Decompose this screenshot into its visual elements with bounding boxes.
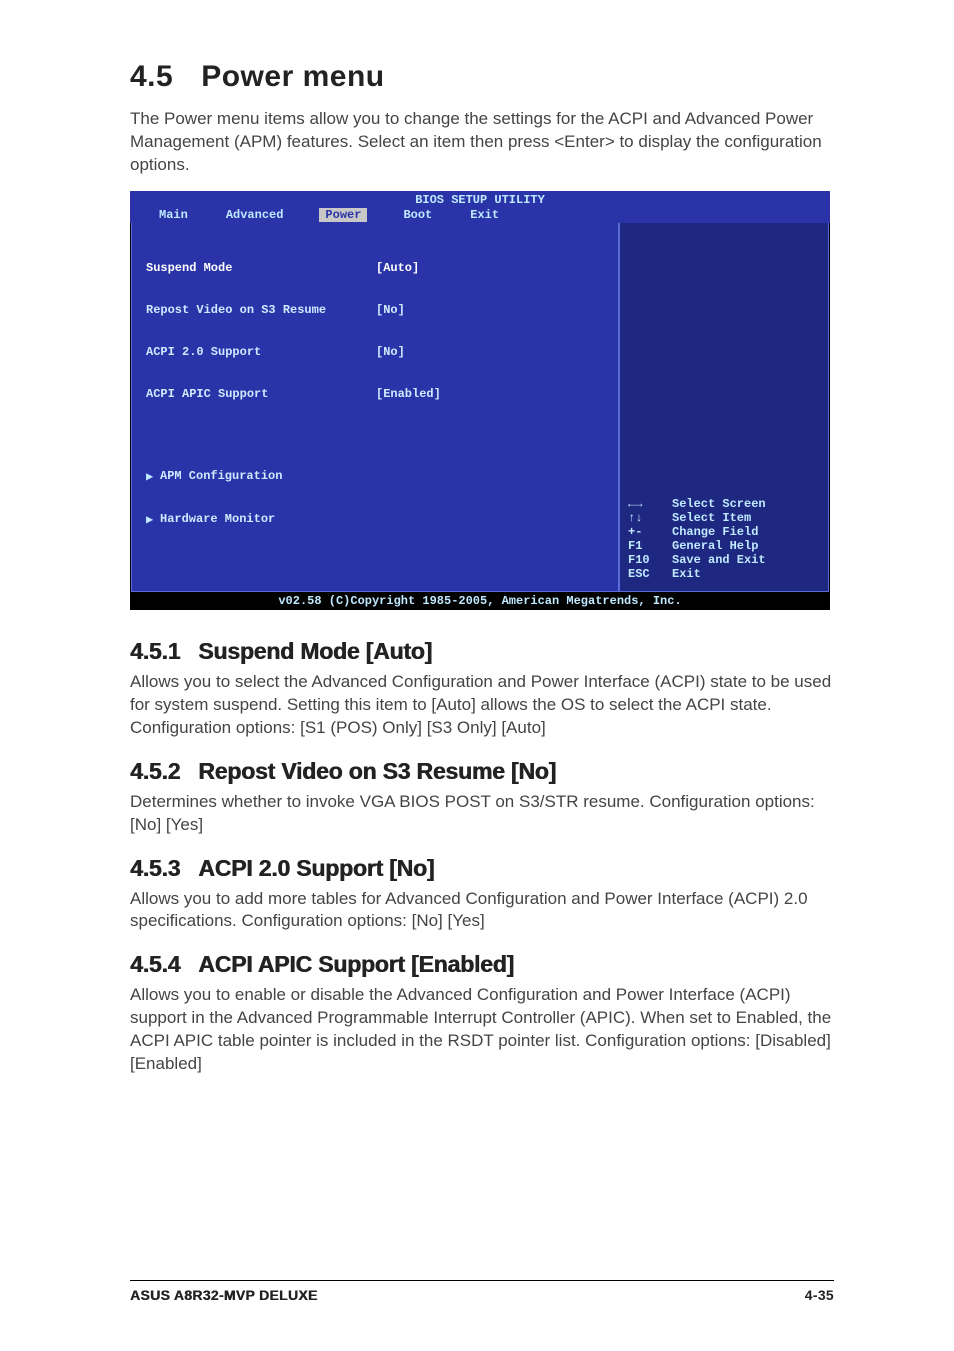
- subsection-number: 4.5.1: [130, 638, 180, 664]
- help-change-field: Change Field: [672, 525, 758, 539]
- bios-tab-main[interactable]: Main: [157, 208, 190, 222]
- bios-item-label: ACPI 2.0 Support: [146, 345, 376, 359]
- key-plusminus: +-: [628, 525, 672, 539]
- bios-item-value: [Auto]: [376, 261, 419, 275]
- bios-item-acpi-apic[interactable]: ACPI APIC Support [Enabled]: [146, 387, 606, 401]
- subsection-body-4: Allows you to enable or disable the Adva…: [130, 984, 834, 1076]
- footer-page-number: 4-35: [805, 1287, 834, 1303]
- key-f1: F1: [628, 539, 672, 553]
- subsection-title: Repost Video on S3 Resume [No]: [198, 758, 556, 784]
- bios-help-pane: ←→Select Screen ↑↓Select Item +-Change F…: [619, 223, 829, 592]
- subsection-heading-2: 4.5.2 Repost Video on S3 Resume [No]: [130, 758, 834, 785]
- bios-submenu-label: Hardware Monitor: [160, 512, 275, 527]
- subsection-title: ACPI APIC Support [Enabled]: [198, 951, 514, 977]
- bios-tab-advanced[interactable]: Advanced: [224, 208, 286, 222]
- help-exit: Exit: [672, 567, 701, 581]
- bios-item-acpi20[interactable]: ACPI 2.0 Support [No]: [146, 345, 606, 359]
- bios-screenshot: BIOS SETUP UTILITY Main Advanced Power B…: [130, 191, 830, 610]
- bios-item-value: [No]: [376, 303, 405, 317]
- subsection-body-3: Allows you to add more tables for Advanc…: [130, 888, 834, 934]
- bios-submenu-label: APM Configuration: [160, 469, 282, 484]
- triangle-right-icon: ▶: [146, 469, 160, 484]
- subsection-body-2: Determines whether to invoke VGA BIOS PO…: [130, 791, 834, 837]
- help-select-item: Select Item: [672, 511, 751, 525]
- help-select-screen: Select Screen: [672, 497, 766, 511]
- title-text: Power menu: [201, 60, 384, 93]
- subsection-heading-1: 4.5.1 Suspend Mode [Auto]: [130, 638, 834, 665]
- subsection-number: 4.5.4: [130, 951, 180, 977]
- page-title: 4.5 Power menu: [130, 60, 834, 94]
- title-number: 4.5: [130, 60, 173, 93]
- key-arrows-ud: ↑↓: [628, 511, 672, 525]
- page-footer: ASUS A8R32-MVP DELUXE 4-35: [130, 1280, 834, 1303]
- footer-model: ASUS A8R32-MVP DELUXE: [130, 1287, 318, 1303]
- subsection-number: 4.5.3: [130, 855, 180, 881]
- subsection-body-1: Allows you to select the Advanced Config…: [130, 671, 834, 740]
- intro-paragraph: The Power menu items allow you to change…: [130, 108, 834, 177]
- bios-left-pane: Suspend Mode [Auto] Repost Video on S3 R…: [131, 223, 619, 592]
- bios-copyright: v02.58 (C)Copyright 1985-2005, American …: [130, 593, 830, 610]
- help-general-help: General Help: [672, 539, 758, 553]
- key-f10: F10: [628, 553, 672, 567]
- subsection-title: Suspend Mode [Auto]: [198, 638, 432, 664]
- bios-item-label: ACPI APIC Support: [146, 387, 376, 401]
- subsection-heading-4: 4.5.4 ACPI APIC Support [Enabled]: [130, 951, 834, 978]
- triangle-right-icon: ▶: [146, 512, 160, 527]
- key-esc: ESC: [628, 567, 672, 581]
- bios-item-suspend[interactable]: Suspend Mode [Auto]: [146, 261, 606, 275]
- bios-submenu-apm[interactable]: ▶ APM Configuration: [146, 469, 606, 484]
- subsection-heading-3: 4.5.3 ACPI 2.0 Support [No]: [130, 855, 834, 882]
- bios-item-value: [No]: [376, 345, 405, 359]
- subsection-title: ACPI 2.0 Support [No]: [198, 855, 434, 881]
- bios-item-label: Suspend Mode: [146, 261, 376, 275]
- help-save-exit: Save and Exit: [672, 553, 766, 567]
- bios-tab-exit[interactable]: Exit: [468, 208, 501, 222]
- bios-tabs: Main Advanced Power Boot Exit: [131, 208, 829, 222]
- bios-item-value: [Enabled]: [376, 387, 441, 401]
- bios-item-repost[interactable]: Repost Video on S3 Resume [No]: [146, 303, 606, 317]
- bios-tab-boot[interactable]: Boot: [401, 208, 434, 222]
- key-arrows-lr: ←→: [628, 497, 672, 511]
- bios-tab-power[interactable]: Power: [319, 208, 367, 222]
- subsection-number: 4.5.2: [130, 758, 180, 784]
- bios-submenu-hw[interactable]: ▶ Hardware Monitor: [146, 512, 606, 527]
- bios-utility-title: BIOS SETUP UTILITY: [131, 192, 829, 208]
- bios-item-label: Repost Video on S3 Resume: [146, 303, 376, 317]
